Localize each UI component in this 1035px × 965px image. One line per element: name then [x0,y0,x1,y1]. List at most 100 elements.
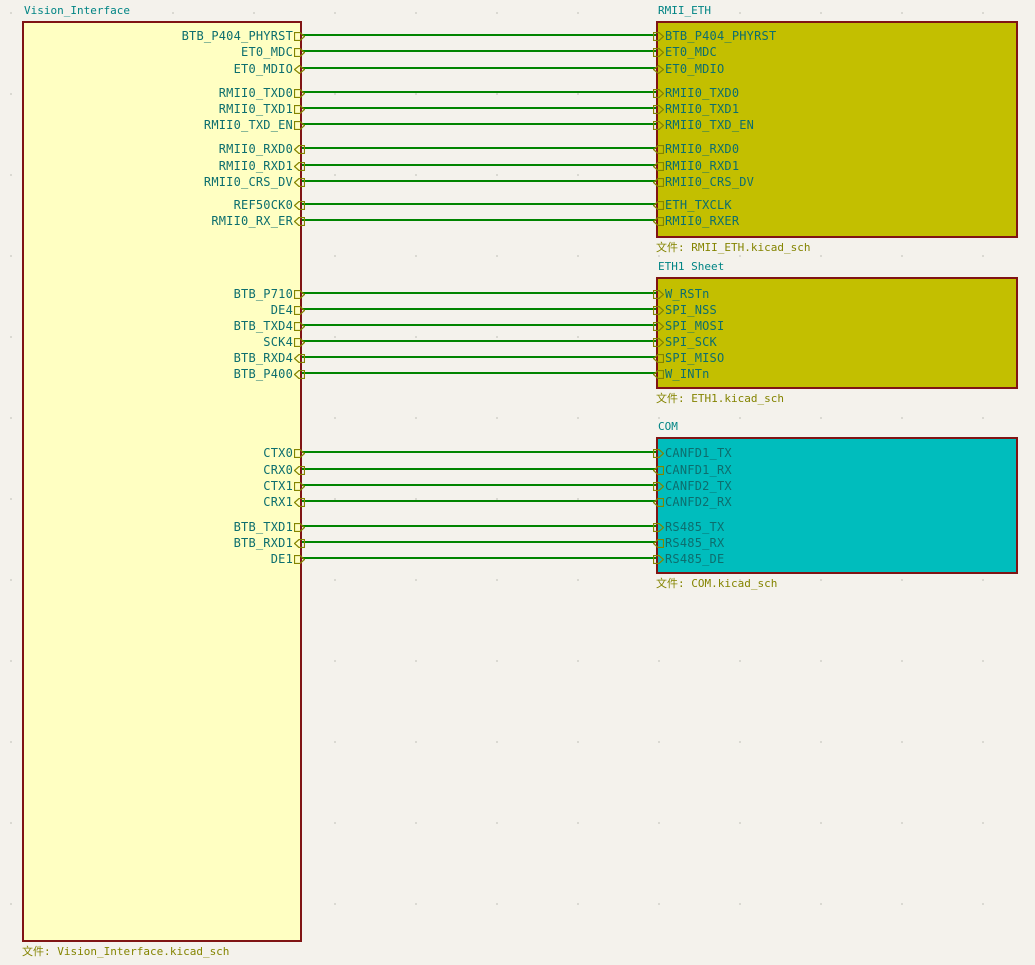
sheet-pin-btb_txd4[interactable]: BTB_TXD4 [234,319,305,333]
sheet-pin-et0_mdio[interactable]: ET0_MDIO [234,62,305,76]
wire[interactable] [302,203,658,205]
sheet-pin-rs485_tx[interactable]: RS485_TX [653,520,724,534]
wire[interactable] [302,340,658,342]
pin-arrow-left-icon [294,465,305,475]
sheet-pin-rmii0_txd1[interactable]: RMII0_TXD1 [219,102,305,116]
pin-arrow-right-icon [294,31,305,41]
wire[interactable] [302,308,658,310]
sheet-pin-de4[interactable]: DE4 [271,303,305,317]
wire[interactable] [302,372,658,374]
wire[interactable] [302,451,658,453]
sheet-pin-rmii0_crs_dv[interactable]: RMII0_CRS_DV [204,175,305,189]
sheet-pin-label: SPI_MOSI [665,319,725,333]
wire[interactable] [302,541,658,543]
sheet-pin-ctx1[interactable]: CTX1 [263,479,305,493]
pin-arrow-right-icon [653,47,664,57]
sheet-pin-label: RMII0_RXD0 [218,142,293,156]
sheet-pin-rmii0_rx_er[interactable]: RMII0_RX_ER [211,214,305,228]
sheet-pin-rmii0_rxer[interactable]: RMII0_RXER [653,214,739,228]
sheet-pin-et0_mdio[interactable]: ET0_MDIO [653,62,724,76]
sheet-pin-rmii0_txd_en[interactable]: RMII0_TXD_EN [653,118,754,132]
sheet-pin-spi_miso[interactable]: SPI_MISO [653,351,724,365]
sheet-pin-rmii0_rxd0[interactable]: RMII0_RXD0 [219,142,305,156]
sheet-pin-rmii0_crs_dv[interactable]: RMII0_CRS_DV [653,175,754,189]
sheet-pin-btb_p710[interactable]: BTB_P710 [234,287,305,301]
sheet-pin-btb_p404_phyrst[interactable]: BTB_P404_PHYRST [182,29,305,43]
sheet-pin-canfd1_tx[interactable]: CANFD1_TX [653,446,732,460]
pin-arrow-right-icon [294,337,305,347]
sheet-pin-rmii0_txd0[interactable]: RMII0_TXD0 [653,86,739,100]
sheet-pin-ref50ck0[interactable]: REF50CK0 [234,198,305,212]
sheet-pin-canfd2_rx[interactable]: CANFD2_RX [653,495,732,509]
sheet-pin-label: CRX0 [263,463,293,477]
sheet-pin-rmii0_rxd1[interactable]: RMII0_RXD1 [219,159,305,173]
sheet-pin-label: BTB_P400 [233,367,293,381]
sheet-pin-et0_mdc[interactable]: ET0_MDC [653,45,717,59]
pin-arrow-right-icon [653,337,664,347]
sheet-pin-ctx0[interactable]: CTX0 [263,446,305,460]
wire[interactable] [302,500,658,502]
sheet-eth1[interactable]: W_RSTn SPI_NSS SPI_MOSI SPI_SCK SPI_MISO W_IN… [653,277,1018,389]
sheet-rmii-eth[interactable]: BTB_P404_PHYRST ET0_MDC ET0_MDIO RMII0_TXD0… [653,21,1018,238]
wire[interactable] [302,356,658,358]
sheet-pin-rmii0_txd_en[interactable]: RMII0_TXD_EN [204,118,305,132]
sheet-pin-rmii0_rxd1[interactable]: RMII0_RXD1 [653,159,739,173]
sheet-pin-spi_nss[interactable]: SPI_NSS [653,303,717,317]
pin-arrow-left-icon [294,177,305,187]
pin-arrow-right-icon [653,88,664,98]
wire[interactable] [302,147,658,149]
sheet-pin-btb_rxd1[interactable]: BTB_RXD1 [234,536,305,550]
sheet-pin-sck4[interactable]: SCK4 [263,335,305,349]
sheet-pin-label: BTB_TXD1 [233,520,293,534]
wire[interactable] [302,164,658,166]
wire[interactable] [302,324,658,326]
sheet-pin-rs485_de[interactable]: RS485_DE [653,552,724,566]
wire[interactable] [302,67,658,69]
wire[interactable] [302,292,658,294]
sheet-pin-btb_p400[interactable]: BTB_P400 [234,367,305,381]
pin-arrow-right-icon [294,321,305,331]
sheet-pin-rmii0_txd1[interactable]: RMII0_TXD1 [653,102,739,116]
wire[interactable] [302,468,658,470]
sheet-pin-crx1[interactable]: CRX1 [263,495,305,509]
sheet-vision-interface[interactable]: BTB_P404_PHYRST ET0_MDC ET0_MDIO RMII0_TXD0… [22,21,305,942]
sheet-pin-label: RMII0_RXD0 [665,142,740,156]
sheet-pin-label: CANFD1_TX [665,446,732,460]
sheet-pin-canfd2_tx[interactable]: CANFD2_TX [653,479,732,493]
sheet-pin-eth_txclk[interactable]: ETH_TXCLK [653,198,732,212]
wire[interactable] [302,123,658,125]
wire[interactable] [302,525,658,527]
pin-arrow-right-icon [294,305,305,315]
sheet-pin-rmii0_rxd0[interactable]: RMII0_RXD0 [653,142,739,156]
sheet-pin-crx0[interactable]: CRX0 [263,463,305,477]
sheet-pin-et0_mdc[interactable]: ET0_MDC [241,45,305,59]
pin-arrow-right-icon [294,88,305,98]
sheet-pin-de1[interactable]: DE1 [271,552,305,566]
sheet-pin-btb_rxd4[interactable]: BTB_RXD4 [234,351,305,365]
sheet-pin-spi_mosi[interactable]: SPI_MOSI [653,319,724,333]
sheet-com[interactable]: CANFD1_TX CANFD1_RX CANFD2_TX CANFD2_RX RS48… [653,437,1018,574]
sheet-pin-btb_p404_phyrst[interactable]: BTB_P404_PHYRST [653,29,776,43]
schematic-canvas[interactable]: Vision_Interface BTB_P404_PHYRST ET0_MDC ET… [0,0,1035,965]
wire[interactable] [302,50,658,52]
sheet-pin-w_intn[interactable]: W_INTn [653,367,710,381]
sheet-pin-canfd1_rx[interactable]: CANFD1_RX [653,463,732,477]
wire[interactable] [302,91,658,93]
sheet-name-eth1: ETH1 Sheet [658,260,725,273]
sheet-pin-w_rstn[interactable]: W_RSTn [653,287,710,301]
pin-arrow-left-icon [294,538,305,548]
sheet-pin-rmii0_txd0[interactable]: RMII0_TXD0 [219,86,305,100]
wire[interactable] [302,107,658,109]
sheet-pin-btb_txd1[interactable]: BTB_TXD1 [234,520,305,534]
pin-arrow-left-icon [653,177,664,187]
wire[interactable] [302,484,658,486]
pin-arrow-left-icon [653,144,664,154]
wire[interactable] [302,219,658,221]
sheet-pin-label: BTB_P710 [233,287,293,301]
sheet-pin-rs485_rx[interactable]: RS485_RX [653,536,724,550]
sheet-pin-label: ET0_MDC [241,45,293,59]
wire[interactable] [302,34,658,36]
wire[interactable] [302,557,658,559]
sheet-pin-spi_sck[interactable]: SPI_SCK [653,335,717,349]
wire[interactable] [302,180,658,182]
